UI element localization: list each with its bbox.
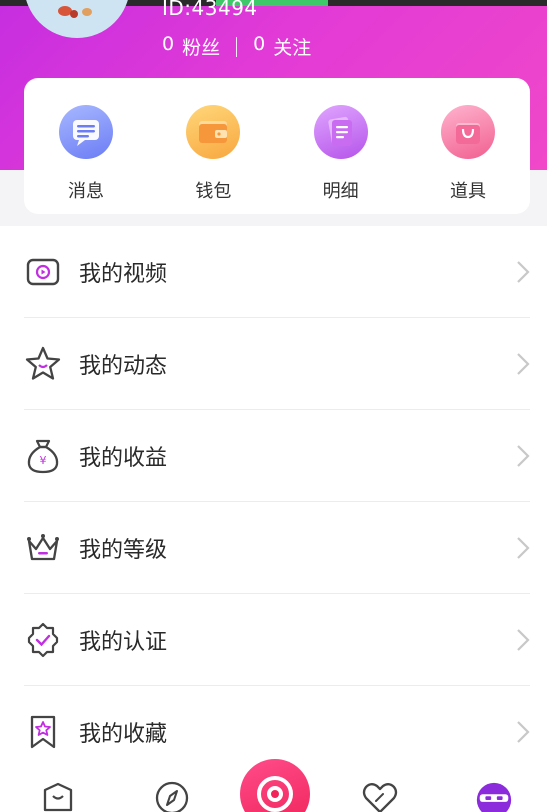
quick-action-label: 消息 (68, 181, 104, 202)
quick-action-wallet[interactable]: 钱包 (168, 78, 258, 214)
quick-actions-card: 消息 钱包 明细 道具 (24, 78, 530, 214)
chevron-right-icon (517, 628, 530, 651)
quick-action-messages[interactable]: 消息 (41, 78, 131, 214)
menu-item-label: 我的动态 (79, 353, 168, 379)
stats-divider (236, 36, 238, 57)
compass-icon (155, 781, 189, 812)
fans-count: 0 (162, 33, 175, 55)
fans-stat[interactable]: 0 粉丝 (162, 33, 220, 60)
bottom-nav (0, 754, 547, 812)
video-icon (24, 253, 62, 291)
profile-face-icon (476, 782, 512, 812)
fans-label: 粉丝 (182, 37, 221, 59)
chevron-right-icon (517, 260, 530, 283)
nav-record[interactable] (235, 754, 315, 812)
wallet-icon (186, 105, 241, 159)
following-label: 关注 (273, 37, 312, 59)
nav-discover[interactable] (152, 780, 192, 812)
menu-item-label: 我的收藏 (79, 722, 168, 747)
menu-list: 我的视频 我的动态 ¥ 我的收益 我的等级 我的认证 我的收藏 (0, 226, 547, 778)
menu-item-my-moments[interactable]: 我的动态 (24, 318, 530, 410)
menu-item-my-earnings[interactable]: ¥ 我的收益 (24, 410, 530, 502)
menu-item-label: 我的等级 (79, 537, 168, 563)
details-icon (313, 105, 368, 159)
chevron-right-icon (517, 721, 530, 743)
star-icon (24, 345, 62, 383)
chevron-right-icon (517, 444, 530, 467)
nav-profile[interactable] (474, 780, 514, 812)
nav-home[interactable] (38, 780, 78, 812)
chevron-right-icon (517, 536, 530, 559)
crown-icon (24, 529, 62, 567)
heart-icon (362, 783, 398, 812)
follow-stats: 0 粉丝 0 关注 (162, 33, 311, 60)
nav-favorites[interactable] (360, 780, 400, 812)
menu-item-label: 我的视频 (79, 261, 168, 287)
quick-action-details[interactable]: 明细 (296, 78, 386, 214)
menu-item-my-verification[interactable]: 我的认证 (24, 594, 530, 686)
verified-badge-icon (24, 621, 62, 659)
svg-text:¥: ¥ (40, 454, 47, 467)
avatar-image (56, 4, 96, 20)
menu-item-my-videos[interactable]: 我的视频 (24, 226, 530, 318)
home-shield-icon (43, 782, 73, 812)
message-icon (59, 105, 113, 159)
user-id: ID:43494 (162, 0, 258, 20)
menu-item-label: 我的收益 (79, 445, 168, 471)
menu-item-label: 我的认证 (79, 629, 168, 655)
record-camera-icon (240, 759, 310, 812)
following-count: 0 (253, 33, 266, 55)
quick-action-label: 道具 (449, 181, 486, 202)
money-bag-icon: ¥ (24, 437, 62, 475)
menu-item-my-level[interactable]: 我的等级 (24, 502, 530, 594)
bookmark-star-icon (24, 713, 62, 751)
chevron-right-icon (517, 352, 530, 375)
quick-action-label: 钱包 (195, 181, 232, 202)
quick-action-label: 明细 (322, 181, 359, 202)
following-stat[interactable]: 0 关注 (253, 33, 311, 60)
quick-action-props[interactable]: 道具 (423, 78, 513, 214)
shopping-bag-icon (440, 105, 495, 159)
